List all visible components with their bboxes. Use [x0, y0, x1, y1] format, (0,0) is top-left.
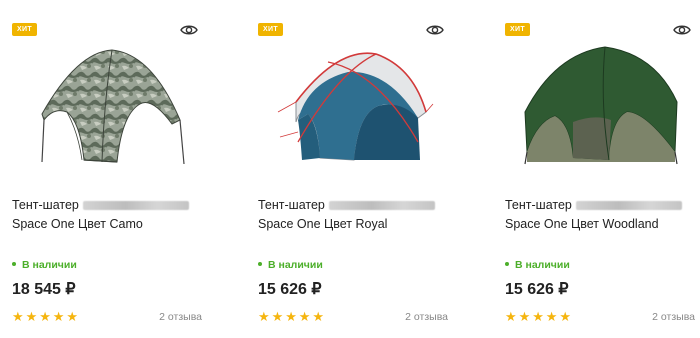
blurred-text: [328, 201, 435, 211]
price: 15 626 ₽: [505, 281, 569, 298]
star-icon: ★: [258, 309, 270, 324]
stock-status: В наличии: [258, 259, 323, 271]
reviews-count[interactable]: 2 отзыва: [652, 311, 695, 323]
product-title-line2[interactable]: Space One Цвет Woodland: [505, 217, 659, 231]
rating-stars: ★ ★ ★ ★ ★: [505, 309, 573, 325]
product-title-line1[interactable]: Тент-шатер: [258, 198, 325, 212]
stock-label: В наличии: [22, 259, 77, 271]
product-title[interactable]: Тент-шатер Space One Цвет Camo: [12, 196, 202, 234]
price: 15 626 ₽: [258, 281, 322, 298]
star-icon: ★: [559, 309, 572, 324]
product-card[interactable]: ХИТ Тент-шатер Space One Цвет Woodland В…: [505, 0, 695, 338]
hit-badge: ХИТ: [12, 23, 37, 36]
royal-tent-image[interactable]: [268, 42, 438, 172]
woodland-tent-image[interactable]: [515, 42, 685, 172]
rating-stars: ★ ★ ★ ★ ★: [258, 309, 326, 325]
camo-tent-image[interactable]: [22, 42, 192, 172]
blurred-text: [575, 201, 682, 211]
stock-status: В наличии: [12, 259, 77, 271]
rating-stars: ★ ★ ★ ★ ★: [12, 309, 80, 325]
star-icon: ★: [271, 309, 284, 324]
star-icon: ★: [505, 309, 517, 324]
star-icon: ★: [518, 309, 531, 324]
reviews-count[interactable]: 2 отзыва: [159, 311, 202, 323]
star-icon: ★: [52, 309, 65, 324]
star-icon: ★: [532, 309, 544, 324]
stock-label: В наличии: [268, 259, 323, 271]
reviews-count[interactable]: 2 отзыва: [405, 311, 448, 323]
blurred-text: [82, 201, 189, 211]
product-title-line1[interactable]: Тент-шатер: [505, 198, 572, 212]
star-icon: ★: [545, 309, 558, 324]
stock-dot-icon: [12, 262, 16, 267]
star-icon: ★: [39, 309, 51, 324]
star-icon: ★: [25, 309, 38, 324]
hit-badge: ХИТ: [505, 23, 530, 36]
eye-icon[interactable]: [426, 23, 444, 37]
stock-dot-icon: [258, 262, 262, 267]
hit-badge: ХИТ: [258, 23, 283, 36]
product-title-line2[interactable]: Space One Цвет Camo: [12, 217, 143, 231]
star-icon: ★: [285, 309, 297, 324]
product-title-line1[interactable]: Тент-шатер: [12, 198, 79, 212]
price: 18 545 ₽: [12, 281, 76, 298]
star-icon: ★: [298, 309, 311, 324]
product-card[interactable]: ХИТ Тент-шатер Space One Цвет Royal В на…: [258, 0, 448, 338]
product-title-line2[interactable]: Space One Цвет Royal: [258, 217, 387, 231]
star-icon: ★: [312, 309, 325, 324]
product-title[interactable]: Тент-шатер Space One Цвет Woodland: [505, 196, 695, 234]
product-title[interactable]: Тент-шатер Space One Цвет Royal: [258, 196, 448, 234]
star-icon: ★: [12, 309, 24, 324]
eye-icon[interactable]: [180, 23, 198, 37]
stock-dot-icon: [505, 262, 509, 267]
star-icon: ★: [66, 309, 79, 324]
stock-label: В наличии: [515, 259, 570, 271]
stock-status: В наличии: [505, 259, 570, 271]
eye-icon[interactable]: [673, 23, 691, 37]
product-card[interactable]: ХИТ Тент-шатер Space One Цвет Camo В нал…: [12, 0, 202, 338]
